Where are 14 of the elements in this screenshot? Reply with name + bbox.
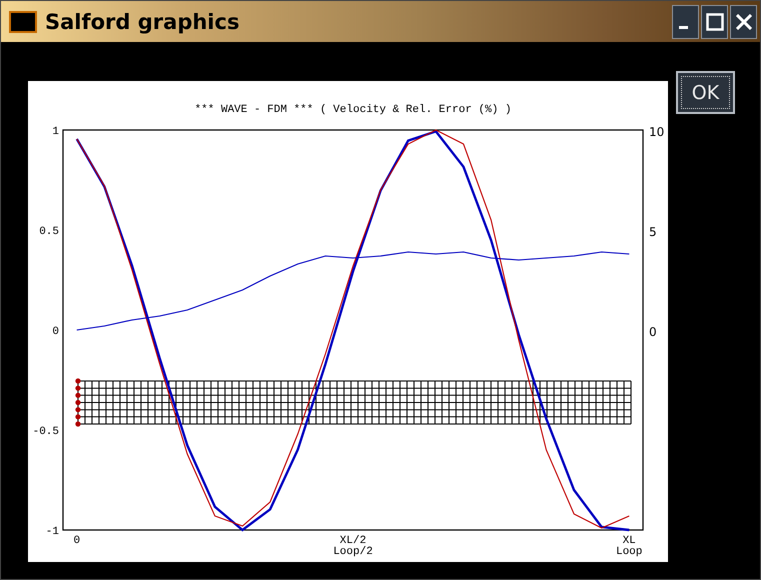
chart-title: *** WAVE - FDM *** ( Velocity & Rel. Error (%) )	[194, 104, 512, 116]
tick-label: -0.5	[32, 426, 59, 438]
tick-label: 10	[649, 125, 664, 139]
tick-label: 5	[649, 225, 657, 239]
tick-label: XL/2 Loop/2	[333, 535, 373, 558]
tick-label: 0	[649, 325, 657, 339]
ok-button[interactable]: OK	[676, 71, 735, 114]
tick-label: 0	[52, 326, 59, 338]
tick-label: XL Loop	[616, 535, 642, 558]
tick-label: 0	[74, 535, 80, 547]
window-title: Salford graphics	[45, 10, 240, 34]
tick-label: 0.5	[39, 226, 59, 238]
tick-label: -1	[46, 526, 59, 538]
tick-label: 1	[52, 126, 59, 138]
